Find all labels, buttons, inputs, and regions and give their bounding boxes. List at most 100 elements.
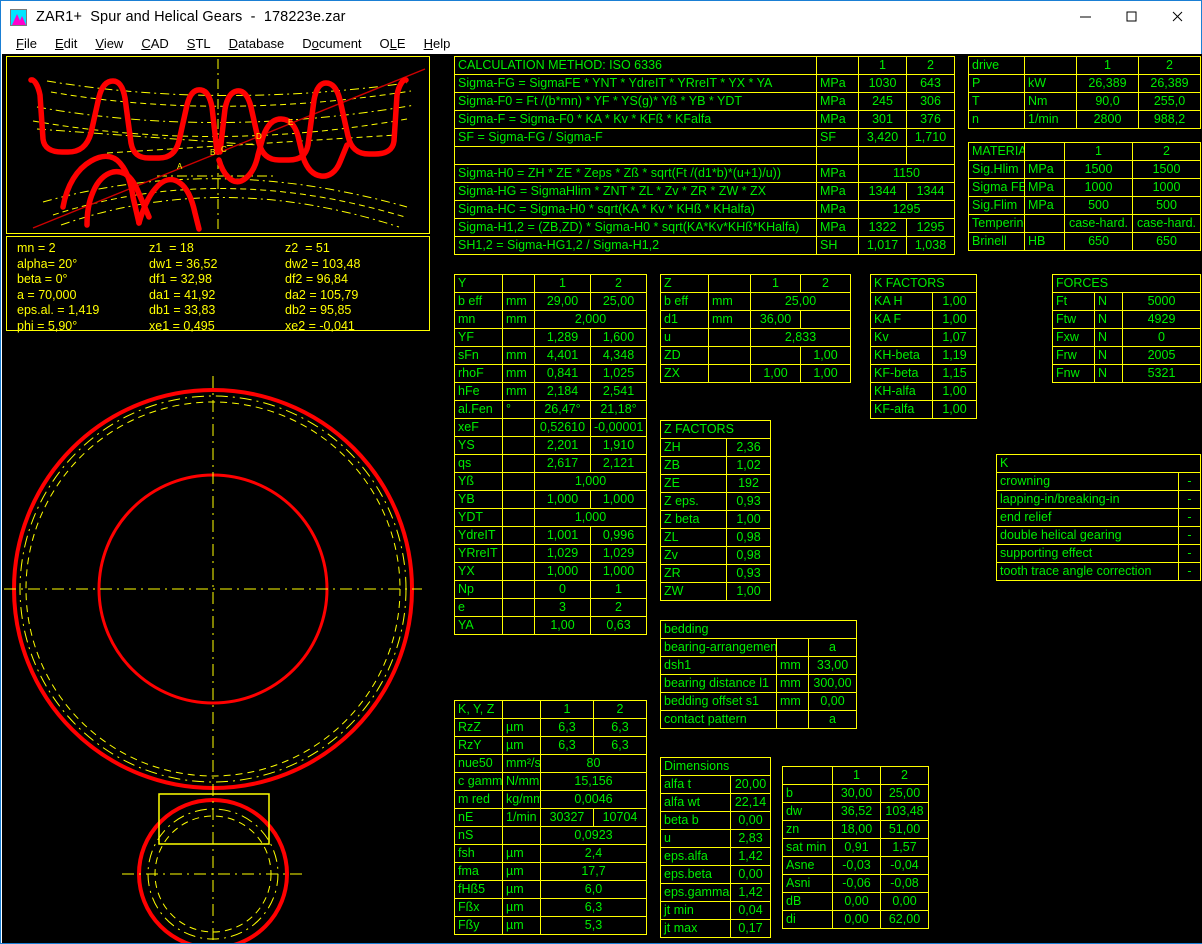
row-label: Sigma FE: [969, 179, 1025, 197]
table-row: nS0,0923: [455, 827, 647, 845]
value-cell-2: 306: [907, 93, 955, 111]
value-cell-1: 650: [1065, 233, 1133, 251]
value-cell: 1,00: [933, 383, 977, 401]
table-row: dw36,52103,48: [783, 803, 929, 821]
table-row: Sigma-F0 = Ft /(b*mn) * YF * YS(g)* Yß *…: [455, 93, 955, 111]
table-header-row: Z12: [661, 275, 851, 293]
maximize-button[interactable]: [1109, 1, 1155, 33]
value-cell-1: 6,3: [541, 737, 594, 755]
table-row: Sigma-H1,2 = (ZB,ZD) * Sigma-H0 * sqrt(K…: [455, 219, 955, 237]
row-label: fHß5: [455, 881, 503, 899]
value-cell-1: 30,00: [833, 785, 881, 803]
row-label: Fßy: [455, 917, 503, 935]
value-cell-1: 2,617: [535, 455, 591, 473]
value-cell: 6,3: [541, 899, 647, 917]
unit-cell: HB: [1025, 233, 1065, 251]
menu-item-document[interactable]: Document: [293, 33, 370, 54]
row-label: double helical gearing: [997, 527, 1179, 545]
value-cell: 5321: [1123, 365, 1201, 383]
value-cell-2: 1,00: [801, 347, 851, 365]
unit-cell: kg/mm: [503, 791, 541, 809]
table-row: Sigma FEMPa10001000: [969, 179, 1201, 197]
unit-cell: MPa: [1025, 179, 1065, 197]
forces-table: FORCESFtN5000FtwN4929FxwN0FrwN2005FnwN53…: [1052, 274, 1201, 383]
gear-assembly-drawing[interactable]: [2, 344, 438, 943]
value-cell: 1,00: [933, 311, 977, 329]
menu-item-edit[interactable]: Edit: [46, 33, 86, 54]
value-cell-2: 1: [591, 581, 647, 599]
value-cell: 22,14: [731, 794, 771, 812]
value-cell-1: 3,420: [859, 129, 907, 147]
value-cell: 1,00: [933, 293, 977, 311]
bedding-table: beddingbearing-arrangementadsh1mm33,00be…: [660, 620, 857, 729]
table-row: b30,0025,00: [783, 785, 929, 803]
menu-item-view[interactable]: View: [86, 33, 132, 54]
formula-cell: SH1,2 = Sigma-HG1,2 / Sigma-H1,2: [455, 237, 817, 255]
row-label: Kv: [871, 329, 933, 347]
unit-cell: mm²/s: [503, 755, 541, 773]
z-table: Z12b effmm25,00d1mm36,00u2,833ZD1,00ZX1,…: [660, 274, 851, 383]
row-label: Ftw: [1053, 311, 1095, 329]
unit-cell: MPa: [1025, 161, 1065, 179]
table-row: Kv1,07: [871, 329, 977, 347]
menu-item-cad[interactable]: CAD: [132, 33, 177, 54]
table-row: eps.alfa1,42: [661, 848, 771, 866]
value-cell-2: 25,00: [881, 785, 929, 803]
value-cell-1: 26,389: [1077, 75, 1139, 93]
minimize-button[interactable]: [1063, 1, 1109, 33]
calc-title: CALCULATION METHOD: ISO 6336: [455, 57, 817, 75]
table-row: Asni-0,06-0,08: [783, 875, 929, 893]
formula-cell: [455, 147, 817, 165]
menu-item-database[interactable]: Database: [220, 33, 294, 54]
table-row: bedding offset s1mm0,00: [661, 693, 857, 711]
table-row: sFnmm4,4014,348: [455, 347, 647, 365]
value-cell-1: [859, 147, 907, 165]
row-label: bedding offset s1: [661, 693, 777, 711]
value-cell-2: -0,00001: [591, 419, 647, 437]
formula-cell: Sigma-H1,2 = (ZB,ZD) * Sigma-H0 * sqrt(K…: [455, 219, 817, 237]
unit-cell: MPa: [817, 165, 859, 183]
row-label: T: [969, 93, 1025, 111]
value-cell-1: 30327: [541, 809, 594, 827]
tooth-meshing-graphic[interactable]: A B C D E: [6, 56, 430, 234]
table-row: zn18,0051,00: [783, 821, 929, 839]
value-cell-1: 29,00: [535, 293, 591, 311]
value-cell: -: [1179, 473, 1201, 491]
table-row: RzZµm6,36,3: [455, 719, 647, 737]
unit-cell: mm: [777, 675, 809, 693]
row-label: ZX: [661, 365, 709, 383]
table-row: ZW1,00: [661, 583, 771, 601]
value-cell: 0,00: [731, 812, 771, 830]
row-label: Sig.Hlim: [969, 161, 1025, 179]
table-header-row: Z FACTORS: [661, 421, 771, 439]
column-header-2: 2: [801, 275, 851, 293]
menu-item-file[interactable]: File: [7, 33, 46, 54]
value-cell: 0,93: [727, 493, 771, 511]
menu-item-stl[interactable]: STL: [178, 33, 220, 54]
row-label: fsh: [455, 845, 503, 863]
row-label: bearing-arrangement: [661, 639, 777, 657]
menu-item-help[interactable]: Help: [415, 33, 460, 54]
unit-cell: [503, 419, 535, 437]
unit-cell: Nm: [1025, 93, 1077, 111]
value-cell-2: 643: [907, 75, 955, 93]
unit-cell: N: [1095, 311, 1123, 329]
application-window: ZAR1+ Spur and Helical Gears - 178223e.z…: [0, 0, 1202, 944]
table-row: mnmm2,000: [455, 311, 647, 329]
row-label: KF-alfa: [871, 401, 933, 419]
value-cell: 0,00: [809, 693, 857, 711]
unit-cell: MPa: [817, 183, 859, 201]
k-corrections-table: Kcrowning-lapping-in/breaking-in-end rel…: [996, 454, 1201, 581]
close-button[interactable]: [1155, 1, 1201, 33]
value-cell-2: 6,3: [594, 737, 647, 755]
value-cell-1: 245: [859, 93, 907, 111]
unit-cell: µm: [503, 899, 541, 917]
row-label: c gamma: [455, 773, 503, 791]
table-row: Tempering:case-hard.case-hard.: [969, 215, 1201, 233]
menu-item-ole[interactable]: OLE: [371, 33, 415, 54]
value-cell-1: [751, 347, 801, 365]
table-row: YX1,0001,000: [455, 563, 647, 581]
row-label: alfa t: [661, 776, 731, 794]
value-cell-1: case-hard.: [1065, 215, 1133, 233]
table-row: c gammaN/mm15,156: [455, 773, 647, 791]
